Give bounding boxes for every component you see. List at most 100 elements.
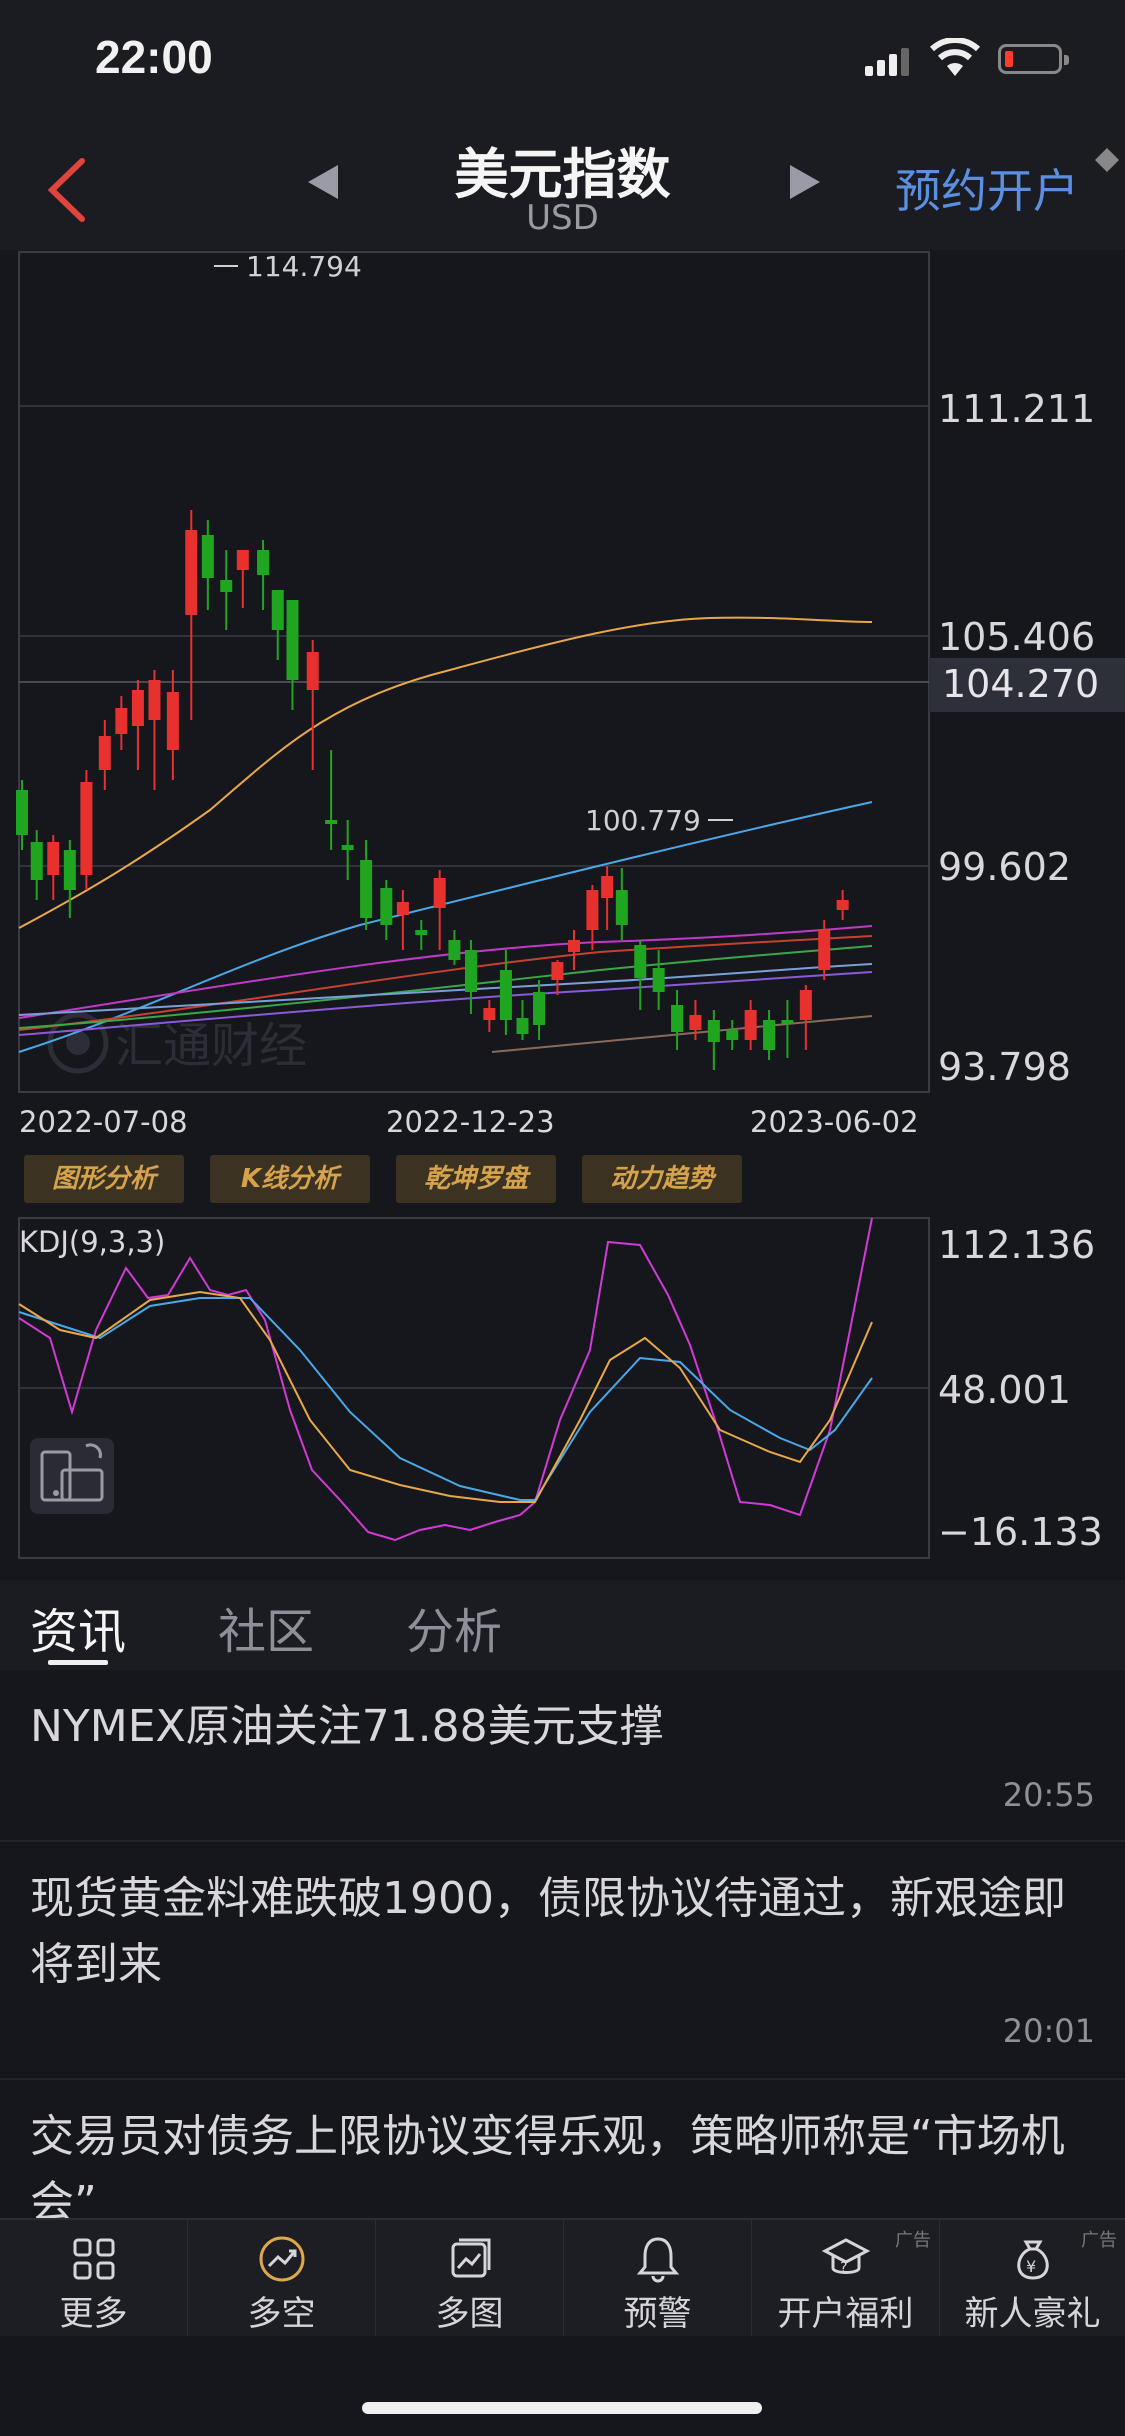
corner-badge-icon xyxy=(1095,148,1119,172)
nav-more-button[interactable]: 更多 xyxy=(0,2220,188,2338)
nav-bar: 美元指数 USD 预约开户 xyxy=(0,120,1125,250)
ad-tag: 广告 xyxy=(895,2230,931,2251)
tool-pattern-analysis-button[interactable]: 图形分析 xyxy=(24,1155,184,1203)
news-title: 交易员对债务上限协议变得乐观，策略师称是“市场机会” xyxy=(30,2111,1065,2218)
tool-kline-analysis-button[interactable]: K线分析 xyxy=(210,1155,370,1203)
nav-label: 更多 xyxy=(59,2294,128,2334)
candle-body xyxy=(634,945,647,978)
nav-label: 开户福利 xyxy=(777,2294,914,2334)
candle-body xyxy=(568,940,580,952)
candle-body xyxy=(671,1005,684,1032)
news-title: 现货黄金料难跌破1900，债限协议待通过，新艰途即将到来 xyxy=(30,1873,1066,1990)
news-item[interactable]: NYMEX原油关注71.88美元支撑 20:55 xyxy=(0,1670,1125,1842)
kdj-tick-label: −16.133 xyxy=(938,1510,1103,1554)
tool-momentum-button[interactable]: 动力趋势 xyxy=(582,1155,742,1203)
home-indicator-area xyxy=(0,2336,1125,2436)
candle-body xyxy=(415,930,428,935)
tab-analysis[interactable]: 分析 xyxy=(406,1592,502,1662)
candle-body xyxy=(271,590,284,630)
candle-body xyxy=(483,1008,496,1020)
candle-body xyxy=(396,902,409,915)
candle-body xyxy=(799,990,812,1020)
candle-body xyxy=(30,842,43,880)
nav-label: 多图 xyxy=(435,2294,504,2334)
price-chart[interactable]: 汇通财经 114.794 100.779 111.211 105.406 104… xyxy=(0,250,1125,1580)
rotate-landscape-icon[interactable] xyxy=(30,1438,114,1514)
candle-body xyxy=(220,580,233,592)
candle-body xyxy=(80,782,93,875)
price-tick-label: 105.406 xyxy=(938,615,1095,659)
nav-multichart-button[interactable]: 多图 xyxy=(376,2220,564,2338)
tool-compass-button[interactable]: 乾坤罗盘 xyxy=(396,1155,556,1203)
news-time: 20:01 xyxy=(1002,2012,1095,2050)
nav-longshort-button[interactable]: 多空 xyxy=(188,2220,376,2338)
tab-community[interactable]: 社区 xyxy=(218,1592,314,1662)
candle-body xyxy=(257,550,270,575)
candle-body xyxy=(448,940,461,960)
nav-label: 新人豪礼 xyxy=(964,2294,1101,2334)
battery-icon xyxy=(998,44,1069,74)
news-item[interactable]: 交易员对债务上限协议变得乐观，策略师称是“市场机会” xyxy=(0,2080,1125,2218)
candle-body xyxy=(836,900,849,910)
price-tick-label: 99.602 xyxy=(938,845,1071,889)
reserve-account-button[interactable]: 预约开户 xyxy=(895,155,1079,221)
price-tick-label: 111.211 xyxy=(938,387,1095,431)
candle-body xyxy=(236,550,249,570)
candle-body xyxy=(201,535,214,578)
candle-body xyxy=(166,692,179,750)
candle-body xyxy=(464,950,477,992)
cellular-signal-icon xyxy=(865,48,909,76)
candle-body xyxy=(818,930,831,970)
news-item[interactable]: 现货黄金料难跌破1900，债限协议待通过，新艰途即将到来 20:01 xyxy=(0,1842,1125,2080)
tab-news[interactable]: 资讯 xyxy=(30,1592,126,1662)
date-tick-label: 2022-07-08 xyxy=(19,1105,188,1139)
ma-line-green xyxy=(18,945,873,1029)
svg-text:¥: ¥ xyxy=(1026,2257,1036,2276)
candle-body xyxy=(16,790,28,835)
candle-body xyxy=(601,876,614,898)
watermark-text: 汇通财经 xyxy=(115,1018,307,1074)
ma-line-red xyxy=(18,935,873,1031)
trend-circle-icon xyxy=(259,2236,304,2282)
home-indicator[interactable] xyxy=(362,2402,762,2414)
candle-body xyxy=(707,1020,720,1042)
kdj-label: KDJ(9,3,3) xyxy=(19,1225,165,1259)
status-time: 22:00 xyxy=(95,31,213,83)
nav-account-benefit-button[interactable]: ? 开户福利 广告 xyxy=(752,2220,940,2338)
bell-icon xyxy=(636,2237,679,2283)
candle-body xyxy=(148,680,161,720)
ad-tag: 广告 xyxy=(1081,2230,1117,2251)
graduation-cap-icon: ? xyxy=(821,2238,870,2276)
kdj-tick-label: 112.136 xyxy=(938,1223,1095,1267)
candle-body xyxy=(380,888,393,925)
previous-symbol-icon[interactable] xyxy=(308,165,338,199)
multi-chart-icon xyxy=(451,2238,490,2278)
candle-body xyxy=(63,850,76,890)
candle-body xyxy=(325,820,338,824)
grid-icon xyxy=(73,2238,114,2280)
money-bag-icon: ¥ xyxy=(1016,2240,1049,2280)
candle-body xyxy=(516,1018,529,1034)
candle-body xyxy=(689,1015,702,1030)
date-tick-label: 2023-06-02 xyxy=(750,1105,919,1139)
candle-body xyxy=(586,890,599,930)
date-tick-label: 2022-12-23 xyxy=(386,1105,555,1139)
current-price-label: 104.270 xyxy=(942,662,1099,706)
chart-area[interactable]: 汇通财经 114.794 100.779 111.211 105.406 104… xyxy=(0,250,1125,1580)
kdj-tick-label: 48.001 xyxy=(938,1368,1071,1412)
active-tab-indicator xyxy=(48,1660,108,1665)
kdj-d-line xyxy=(18,1297,873,1501)
svg-text:?: ? xyxy=(840,2260,847,2276)
candle-body xyxy=(615,890,628,925)
candle-body xyxy=(744,1010,757,1040)
candle-body xyxy=(763,1020,776,1050)
candle-body xyxy=(551,962,564,980)
price-tick-label: 93.798 xyxy=(938,1045,1071,1089)
next-symbol-icon[interactable] xyxy=(790,165,820,199)
candle-body xyxy=(306,652,319,690)
nav-label: 预警 xyxy=(623,2294,692,2334)
nav-newcomer-gift-button[interactable]: ¥ 新人豪礼 广告 xyxy=(940,2220,1125,2338)
candle-body xyxy=(286,600,299,680)
nav-alert-button[interactable]: 预警 xyxy=(564,2220,752,2338)
candle-body xyxy=(433,878,446,908)
